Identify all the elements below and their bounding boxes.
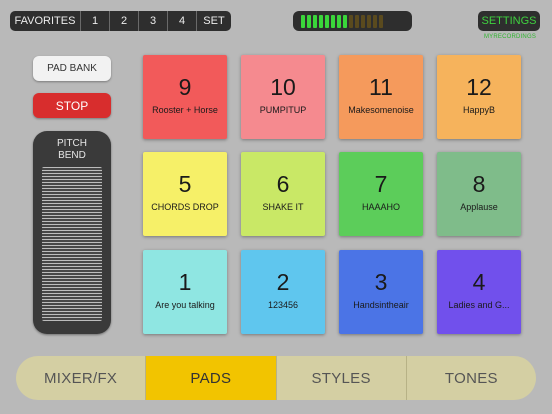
- meter-segment: [319, 14, 323, 28]
- pitch-bend-label-line2: BEND: [58, 150, 86, 161]
- pad-number: 2: [276, 269, 290, 295]
- pad-2[interactable]: 2 123456: [241, 250, 325, 334]
- pitch-bend-control[interactable]: PITCH BEND: [33, 131, 111, 334]
- pad-1[interactable]: 1 Are you talking: [143, 250, 227, 334]
- bottom-tab-bar: MIXER/FX PADS STYLES TONES: [16, 356, 536, 400]
- pad-number: 9: [178, 74, 192, 100]
- meter-segment: [355, 14, 359, 28]
- meter-segment: [373, 14, 377, 28]
- pad-12[interactable]: 12 HappyB: [437, 55, 521, 139]
- pad-name: CHORDS DROP: [151, 202, 219, 212]
- pad-bank-button[interactable]: PAD BANK: [33, 56, 111, 81]
- meter-segment: [307, 14, 311, 28]
- favorite-slot-1[interactable]: 1: [81, 11, 110, 31]
- pad-5[interactable]: 5 CHORDS DROP: [143, 152, 227, 236]
- pad-name: HAAAHO: [361, 202, 400, 212]
- favorites-bar: FAVORITES 1 2 3 4 SET: [10, 11, 231, 31]
- favorites-button[interactable]: FAVORITES: [10, 11, 81, 31]
- pad-name: Handsintheair: [353, 300, 409, 310]
- tab-mixer-fx[interactable]: MIXER/FX: [16, 356, 147, 400]
- pad-number: 4: [472, 269, 486, 295]
- pad-number: 7: [374, 171, 388, 197]
- pad-number: 10: [270, 74, 296, 100]
- stop-button[interactable]: STOP: [33, 93, 111, 118]
- meter-segment: [313, 14, 317, 28]
- favorite-slot-3[interactable]: 3: [139, 11, 168, 31]
- pitch-bend-label-line1: PITCH: [57, 138, 87, 149]
- pad-name: 123456: [267, 300, 299, 310]
- pad-name: Are you talking: [155, 300, 215, 310]
- meter-segment: [325, 14, 329, 28]
- pad-number: 3: [374, 269, 388, 295]
- pad-11[interactable]: 11 Makesomenoise: [339, 55, 423, 139]
- meter-segment: [337, 14, 341, 28]
- meter-segment: [361, 14, 365, 28]
- pad-6[interactable]: 6 SHAKE IT: [241, 152, 325, 236]
- pad-name: PUMPITUP: [259, 105, 307, 115]
- meter-segment: [343, 14, 347, 28]
- pad-number: 5: [178, 171, 192, 197]
- meter-segment: [349, 14, 353, 28]
- tab-pads[interactable]: PADS: [146, 356, 277, 400]
- pad-name: Ladies and G...: [448, 300, 510, 310]
- meter-segment: [379, 14, 383, 28]
- pitch-bend-strip[interactable]: [42, 167, 102, 321]
- pitch-bend-label: PITCH BEND: [33, 138, 111, 162]
- set-button[interactable]: SET: [197, 11, 231, 31]
- meter-segment: [331, 14, 335, 28]
- pad-7[interactable]: 7 HAAAHO: [339, 152, 423, 236]
- tab-styles[interactable]: STYLES: [277, 356, 407, 400]
- pad-name: SHAKE IT: [262, 202, 304, 212]
- my-recordings-link[interactable]: MYRECORDINGS: [480, 34, 540, 40]
- pad-name: Applause: [460, 202, 498, 212]
- favorite-slot-2[interactable]: 2: [110, 11, 139, 31]
- tab-tones[interactable]: TONES: [407, 356, 536, 400]
- pad-number: 6: [276, 171, 290, 197]
- pad-4[interactable]: 4 Ladies and G...: [437, 250, 521, 334]
- pad-9[interactable]: 9 Rooster + Horse: [143, 55, 227, 139]
- pad-8[interactable]: 8 Applause: [437, 152, 521, 236]
- settings-button[interactable]: SETTINGS: [478, 11, 540, 31]
- level-meter: [293, 11, 412, 31]
- favorite-slot-4[interactable]: 4: [168, 11, 197, 31]
- meter-segment: [301, 14, 305, 28]
- pad-number: 1: [178, 269, 192, 295]
- pad-number: 11: [369, 74, 393, 100]
- pad-number: 8: [472, 171, 486, 197]
- meter-segment: [367, 14, 371, 28]
- pad-name: Rooster + Horse: [152, 105, 218, 115]
- pad-10[interactable]: 10 PUMPITUP: [241, 55, 325, 139]
- pad-3[interactable]: 3 Handsintheair: [339, 250, 423, 334]
- pad-name: HappyB: [462, 105, 496, 115]
- pad-number: 12: [466, 74, 492, 100]
- pad-name: Makesomenoise: [348, 105, 414, 115]
